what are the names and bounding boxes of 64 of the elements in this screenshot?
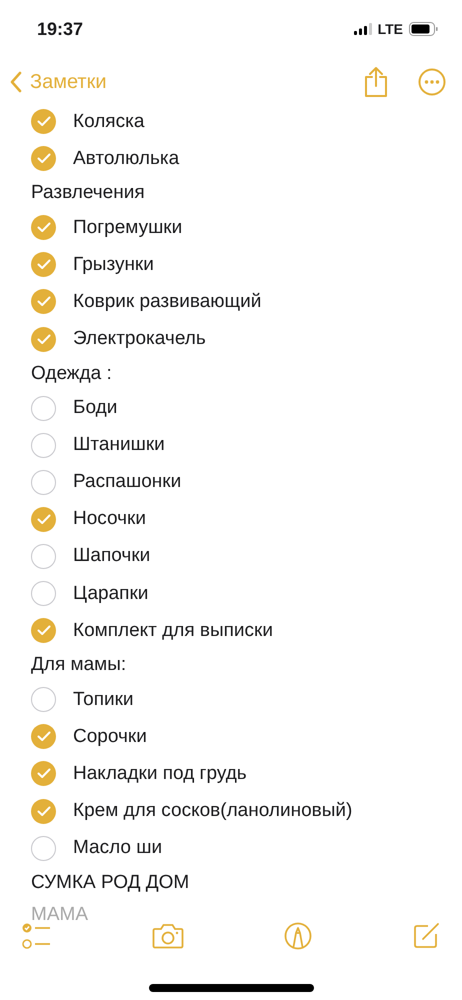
checklist-item-text: Коляска xyxy=(73,110,144,133)
checkmark-icon xyxy=(36,334,50,345)
checkbox[interactable] xyxy=(31,396,56,421)
camera-icon[interactable] xyxy=(152,923,184,949)
checkmark-icon xyxy=(36,625,50,636)
compose-icon[interactable] xyxy=(412,922,440,950)
checklist-icon[interactable] xyxy=(22,922,52,950)
checkbox[interactable] xyxy=(31,687,56,712)
checkbox[interactable] xyxy=(31,506,56,532)
checklist-item-text: Комплект для выписки xyxy=(73,620,273,642)
checkbox[interactable] xyxy=(31,544,56,569)
checklist-item-text: Автолюлька xyxy=(73,148,180,170)
chevron-left-icon xyxy=(10,71,22,93)
checkmark-icon xyxy=(36,222,50,234)
checkmark-icon xyxy=(36,259,50,270)
checkbox[interactable] xyxy=(31,836,56,861)
checklist-item-text: Носочки xyxy=(73,508,146,530)
checkbox[interactable] xyxy=(31,724,56,750)
checkbox[interactable] xyxy=(31,252,56,278)
checklist-item-text: Грызунки xyxy=(73,254,154,276)
checklist-item-text: Распашонки xyxy=(73,471,182,494)
checkmark-icon xyxy=(36,296,50,308)
checkmark-icon xyxy=(36,731,50,742)
network-label: LTE xyxy=(378,21,403,37)
checkbox[interactable] xyxy=(31,432,56,458)
checkbox[interactable] xyxy=(31,761,56,786)
checklist-item-text: Боди xyxy=(73,397,118,420)
battery-icon xyxy=(409,22,438,36)
note-heading: СУМКА РОД ДОМ xyxy=(31,872,190,894)
back-button[interactable]: Заметки xyxy=(10,70,106,94)
checkbox[interactable] xyxy=(31,618,56,644)
checkbox[interactable] xyxy=(31,581,56,606)
checkmark-icon xyxy=(36,514,50,525)
checklist-item-text: Царапки xyxy=(73,582,148,605)
signal-icon xyxy=(354,23,372,35)
checkbox[interactable] xyxy=(31,470,56,495)
checkbox[interactable] xyxy=(31,146,56,172)
checkbox[interactable] xyxy=(31,326,56,352)
checklist-item-text: Шапочки xyxy=(73,545,150,568)
note-heading: Одежда : xyxy=(31,362,112,385)
checklist-item-text: Масло ши xyxy=(73,837,162,860)
checklist-item-text: Накладки под грудь xyxy=(73,762,247,785)
checklist-item-text: Погремушки xyxy=(73,216,182,239)
checkmark-icon xyxy=(36,768,50,780)
markup-pen-icon[interactable] xyxy=(284,922,312,950)
checklist-item-text: Сорочки xyxy=(73,726,147,748)
more-icon[interactable] xyxy=(418,68,446,96)
share-icon[interactable] xyxy=(364,66,388,98)
note-heading: Для мамы: xyxy=(31,654,126,676)
checkmark-icon xyxy=(36,153,50,164)
checklist-item-text: Топики xyxy=(73,688,134,711)
checklist-item-text: Электрокачель xyxy=(73,328,206,350)
note-heading: МАМА xyxy=(31,904,88,926)
checkmark-icon xyxy=(36,806,50,817)
checkbox[interactable] xyxy=(31,798,56,824)
checkbox[interactable] xyxy=(31,215,56,240)
status-time: 19:37 xyxy=(37,18,84,40)
checklist-item-text: Крем для сосков(ланолиновый) xyxy=(73,800,352,822)
checklist-item-text: Штанишки xyxy=(73,434,165,456)
checkbox[interactable] xyxy=(31,289,56,314)
checkmark-icon xyxy=(36,116,50,128)
note-heading: Развлечения xyxy=(31,182,145,204)
checklist-item-text: Коврик развивающий xyxy=(73,290,262,313)
checkbox[interactable] xyxy=(31,109,56,134)
